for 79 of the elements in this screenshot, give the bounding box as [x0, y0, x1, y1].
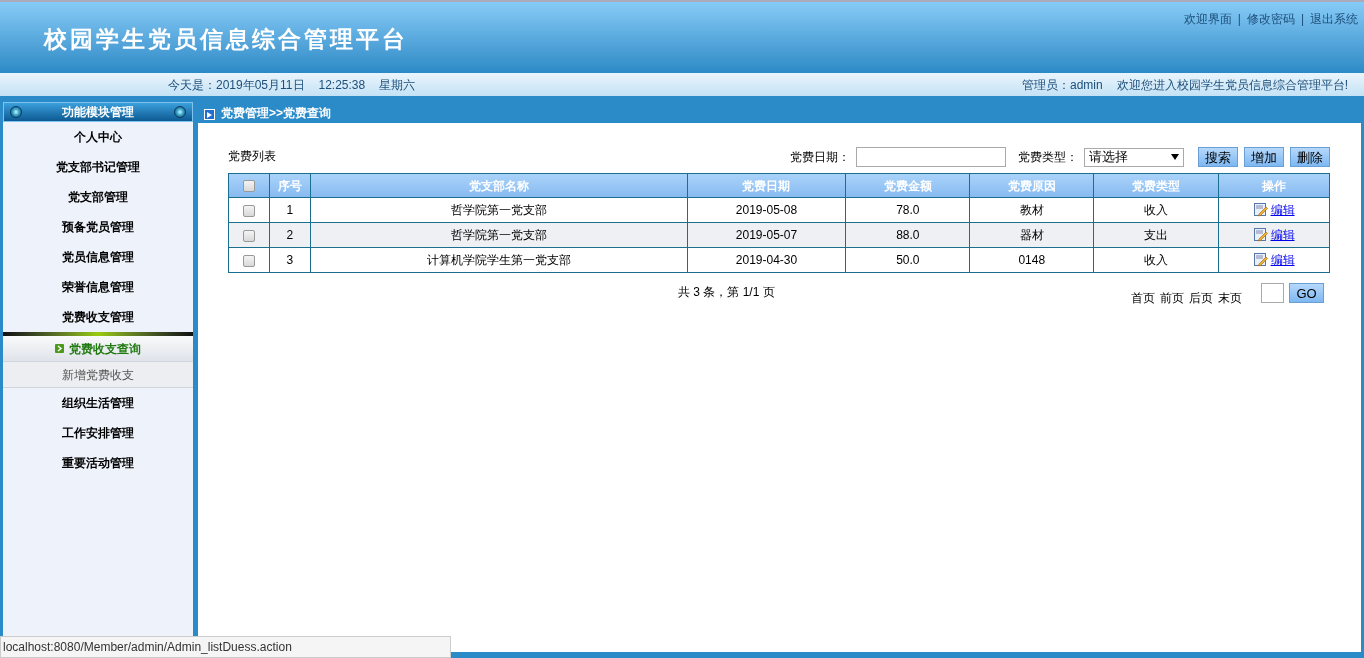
- edit-icon: [1253, 253, 1268, 267]
- admin-text: 管理员：admin: [1021, 76, 1103, 94]
- date-text: 今天是：2019年05月11日: [168, 76, 305, 94]
- page-input[interactable]: [1261, 283, 1284, 303]
- column-header: 党费日期: [687, 173, 846, 198]
- table-cell: 3: [269, 247, 311, 273]
- table-cell: 哲学院第一党支部: [310, 222, 688, 248]
- checkbox[interactable]: [243, 180, 255, 193]
- header-link[interactable]: 欢迎界面: [1183, 10, 1232, 28]
- table-cell: 2019-05-07: [687, 222, 846, 248]
- sidebar-item[interactable]: 个人中心: [3, 122, 193, 152]
- sidebar-item[interactable]: 预备党员管理: [3, 212, 193, 242]
- type-select[interactable]: 请选择: [1084, 147, 1184, 167]
- breadcrumb: 党费管理>>党费查询: [221, 104, 331, 122]
- table-cell: 1: [269, 197, 311, 223]
- edit-icon: [1253, 228, 1268, 242]
- date-label: 党费日期：: [790, 149, 850, 166]
- column-header: 操作: [1218, 173, 1330, 198]
- table-cell: 78.0: [845, 197, 970, 223]
- table-cell: 88.0: [845, 222, 970, 248]
- sidebar-item[interactable]: 党支部管理: [3, 182, 193, 212]
- column-header: 党费类型: [1093, 173, 1219, 198]
- toolbar-button[interactable]: 搜索: [1198, 147, 1238, 167]
- pagination-link[interactable]: 后页: [1189, 289, 1213, 307]
- sidebar-item[interactable]: 组织生活管理: [3, 388, 193, 418]
- pagination-link[interactable]: 末页: [1218, 289, 1242, 307]
- sidebar-item[interactable]: 重要活动管理: [3, 448, 193, 478]
- sidebar-item[interactable]: 党费收支管理: [3, 302, 193, 332]
- arrow-icon: [55, 344, 64, 353]
- table-cell: 收入: [1093, 197, 1219, 223]
- table-cell: 器材: [969, 222, 1094, 248]
- table-cell: 收入: [1093, 247, 1219, 273]
- header-link[interactable]: 退出系统: [1310, 10, 1358, 28]
- pagination-link[interactable]: 首页: [1131, 289, 1155, 307]
- app-title: 校园学生党员信息综合管理平台: [42, 24, 408, 54]
- go-button[interactable]: GO: [1289, 283, 1324, 303]
- toolbar-button[interactable]: 增加: [1244, 147, 1284, 167]
- type-label: 党费类型：: [1018, 149, 1078, 166]
- submenu-item[interactable]: 新增党费收支: [3, 362, 193, 388]
- pagination-link[interactable]: 前页: [1160, 289, 1184, 307]
- edit-link[interactable]: 编辑: [1270, 226, 1295, 244]
- table-cell: 2019-04-30: [687, 247, 846, 273]
- list-title: 党费列表: [228, 148, 276, 165]
- sidebar-item[interactable]: 荣誉信息管理: [3, 272, 193, 302]
- table-cell: 2019-05-08: [687, 197, 846, 223]
- welcome-text: 欢迎您进入校园学生党员信息综合管理平台!: [1116, 76, 1348, 94]
- table-cell: 计算机学院学生第一党支部: [310, 247, 688, 273]
- sidebar-item[interactable]: 党支部书记管理: [3, 152, 193, 182]
- column-header: 党支部名称: [310, 173, 688, 198]
- sidebar-title: 功能模块管理: [62, 104, 134, 121]
- column-header: 党费原因: [969, 173, 1094, 198]
- edit-link[interactable]: 编辑: [1270, 251, 1295, 269]
- separator: |: [1300, 11, 1304, 28]
- sidebar-item[interactable]: 工作安排管理: [3, 418, 193, 448]
- table-cell: 哲学院第一党支部: [310, 197, 688, 223]
- sidebar-item[interactable]: 党员信息管理: [3, 242, 193, 272]
- edit-link[interactable]: 编辑: [1270, 201, 1295, 219]
- submenu-item[interactable]: 党费收支查询: [3, 336, 193, 362]
- table-cell: 0148: [969, 247, 1094, 273]
- column-header: 序号: [269, 173, 311, 198]
- column-header: 党费金额: [845, 173, 970, 198]
- table-cell: 教材: [969, 197, 1094, 223]
- play-icon: [204, 109, 215, 120]
- separator: |: [1237, 11, 1241, 28]
- table-cell: 50.0: [845, 247, 970, 273]
- date-input[interactable]: [856, 147, 1006, 167]
- pagination-summary: 共 3 条，第 1/1 页: [678, 284, 775, 301]
- status-url: localhost:8080/Member/admin/Admin_listDuess.action: [0, 636, 451, 658]
- header-link[interactable]: 修改密码: [1246, 10, 1295, 28]
- edit-icon: [1253, 203, 1268, 217]
- time-text: 12:25:38: [318, 76, 366, 94]
- toolbar-button[interactable]: 删除: [1290, 147, 1330, 167]
- weekday-text: 星期六: [379, 76, 416, 94]
- checkbox[interactable]: [243, 204, 255, 217]
- table-cell: 2: [269, 222, 311, 248]
- caret-icon: [1171, 154, 1179, 160]
- checkbox[interactable]: [243, 229, 255, 242]
- checkbox[interactable]: [243, 254, 255, 267]
- table-cell: 支出: [1093, 222, 1219, 248]
